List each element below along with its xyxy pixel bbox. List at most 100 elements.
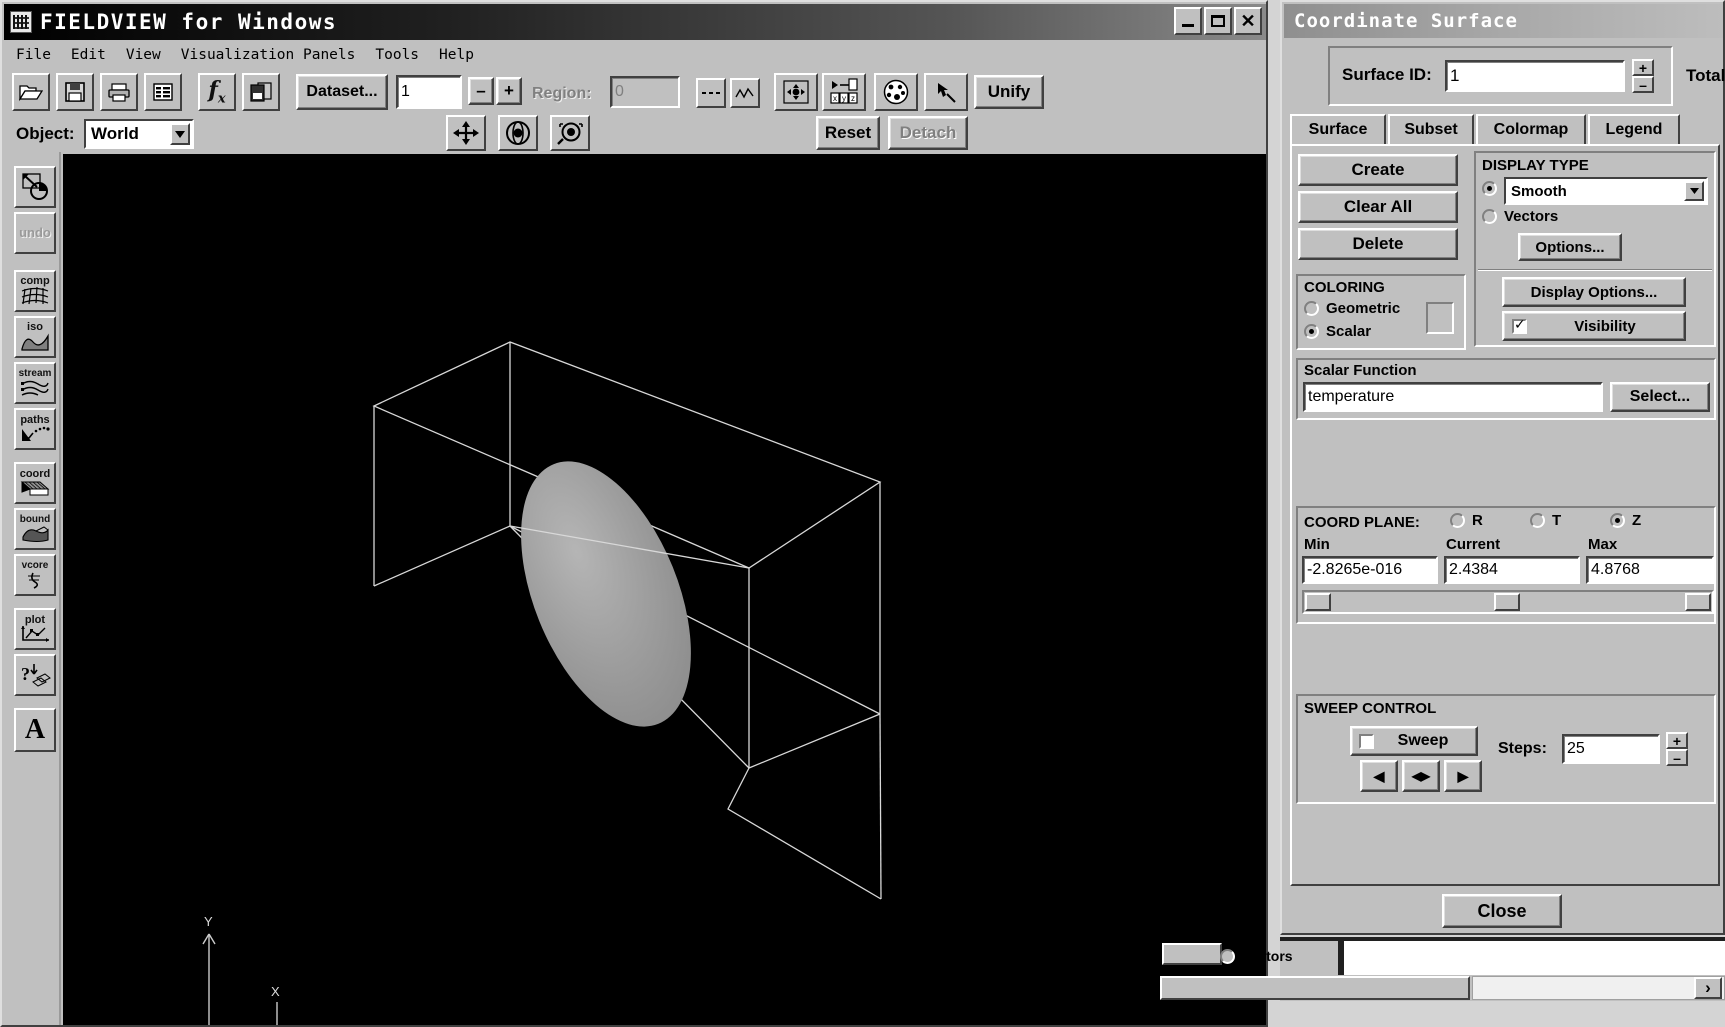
steps-input[interactable]: 25 [1562, 734, 1660, 764]
coord-max-input[interactable]: 4.8768 [1586, 556, 1714, 584]
zoom-target-icon [557, 122, 583, 145]
zoom-button[interactable] [550, 115, 590, 151]
unify-button[interactable]: Unify [974, 75, 1044, 109]
coord-current-input[interactable]: 2.4384 [1444, 556, 1580, 584]
bound-surface-tool-button[interactable]: bound [14, 508, 56, 550]
chevron-down-icon[interactable] [1684, 181, 1704, 201]
palette-button[interactable] [874, 73, 918, 111]
iso-surface-tool-button[interactable]: iso [14, 316, 56, 358]
app-logo-icon [10, 11, 32, 33]
display-vectors-radio[interactable] [1482, 209, 1497, 224]
scalar-function-group: Scalar Function temperature Select... [1296, 358, 1716, 420]
slider-max-thumb[interactable] [1685, 593, 1711, 611]
axes-button[interactable]: x y z [822, 73, 866, 111]
steps-spinner[interactable]: + – [1666, 732, 1688, 766]
bgwin-scroll-track[interactable] [1472, 976, 1725, 1000]
create-button[interactable]: Create [1298, 154, 1458, 186]
dataset-button[interactable]: Dataset... [296, 74, 388, 110]
menu-item-help[interactable]: Help [429, 46, 484, 64]
menu-item-edit[interactable]: Edit [61, 46, 116, 64]
bgwin-partial-button[interactable] [1162, 943, 1222, 965]
menu-item-file[interactable]: File [6, 46, 61, 64]
dataset-decrement-button[interactable]: – [468, 77, 494, 105]
coloring-geometric-radio[interactable] [1304, 301, 1319, 316]
surface-id-increment[interactable]: + [1632, 59, 1654, 76]
scalar-function-input[interactable]: temperature [1303, 382, 1603, 412]
dataset-increment-button[interactable]: + [496, 77, 522, 105]
transform-button[interactable] [774, 73, 818, 111]
steps-decrement[interactable]: – [1666, 749, 1688, 766]
close-dialog-button[interactable]: Close [1442, 894, 1562, 928]
query-tool-button[interactable]: ? [14, 654, 56, 696]
rotate-button[interactable] [498, 115, 538, 151]
annotation-text-tool-button[interactable]: A [14, 708, 56, 752]
sweep-checkbox[interactable] [1359, 734, 1374, 749]
menu-item-view[interactable]: View [116, 46, 171, 64]
coord-surface-tool-button[interactable]: coord [14, 462, 56, 504]
surface-id-spinner[interactable]: + – [1632, 59, 1654, 93]
open-button[interactable] [12, 73, 50, 111]
bgwin-scrollbar-row[interactable]: › [1160, 975, 1725, 1001]
tab-surface[interactable]: Surface [1290, 114, 1386, 144]
display-smooth-radio[interactable] [1482, 181, 1497, 196]
slider-current-thumb[interactable] [1494, 593, 1520, 611]
sweep-back-button[interactable]: ◀ [1360, 760, 1398, 792]
tab-colormap[interactable]: Colormap [1476, 114, 1586, 144]
coord-plane-t-label: T [1552, 512, 1562, 529]
coloring-scalar-radio[interactable] [1304, 324, 1319, 339]
vcore-tool-button[interactable]: vcore [14, 554, 56, 596]
reset-button[interactable]: Reset [816, 116, 880, 150]
scalar-function-select-button[interactable]: Select... [1610, 382, 1710, 412]
slider-min-thumb[interactable] [1305, 593, 1331, 611]
stream-tool-button[interactable]: stream [14, 362, 56, 404]
sweep-toggle-button[interactable]: Sweep [1350, 726, 1478, 756]
display-smooth-select[interactable]: Smooth [1504, 177, 1708, 205]
steps-increment[interactable]: + [1666, 732, 1688, 749]
close-button[interactable]: ✕ [1234, 7, 1262, 35]
bgwin-scroll-right-button[interactable]: › [1694, 977, 1722, 999]
minimize-button[interactable] [1174, 7, 1202, 35]
copy-window-button[interactable] [242, 73, 280, 111]
chevron-down-icon[interactable] [170, 123, 190, 145]
bgwin-scroll-thumb[interactable] [1160, 976, 1470, 1000]
save-button[interactable] [56, 73, 94, 111]
paths-tool-button[interactable]: paths [14, 408, 56, 450]
function-button[interactable]: fx [198, 73, 236, 111]
visibility-button[interactable]: Visibility [1502, 311, 1686, 341]
pick-button[interactable] [924, 73, 968, 111]
display-options-button[interactable]: Display Options... [1502, 277, 1686, 307]
bgwin-vectors-radio[interactable] [1220, 949, 1235, 964]
delete-button[interactable]: Delete [1298, 228, 1458, 260]
sweep-cursor-tool-button[interactable] [14, 166, 56, 208]
region-input[interactable]: 0 [610, 76, 680, 108]
region-dash-button[interactable] [696, 78, 726, 108]
surface-id-input[interactable]: 1 [1445, 60, 1625, 92]
sweep-forward-button[interactable]: ▶ [1444, 760, 1482, 792]
surface-id-decrement[interactable]: – [1632, 76, 1654, 93]
region-wave-button[interactable] [730, 78, 760, 108]
tab-subset[interactable]: Subset [1388, 114, 1474, 144]
coord-plane-r-radio[interactable] [1450, 513, 1465, 528]
geometric-color-swatch[interactable] [1426, 302, 1454, 334]
list-button[interactable] [144, 73, 182, 111]
sweep-control-title: SWEEP CONTROL [1304, 700, 1437, 717]
coord-plane-z-radio[interactable] [1610, 513, 1625, 528]
object-select[interactable]: World [84, 119, 194, 149]
pan-button[interactable] [446, 115, 486, 151]
plot-tool-button[interactable]: plot [14, 608, 56, 650]
vector-options-button[interactable]: Options... [1518, 233, 1622, 261]
coord-plane-t-radio[interactable] [1530, 513, 1545, 528]
dataset-input[interactable]: 1 [396, 75, 462, 109]
coord-min-input[interactable]: -2.8265e-016 [1302, 556, 1438, 584]
comp-surface-tool-button[interactable]: comp [14, 270, 56, 312]
menu-item-visualization-panels[interactable]: Visualization Panels [171, 46, 366, 64]
visibility-checkbox[interactable] [1512, 317, 1527, 334]
clear-all-button[interactable]: Clear All [1298, 191, 1458, 223]
print-button[interactable] [100, 73, 138, 111]
sweep-bounce-button[interactable]: ◀▶ [1402, 760, 1440, 792]
tab-legend[interactable]: Legend [1588, 114, 1680, 144]
menu-item-tools[interactable]: Tools [365, 46, 429, 64]
coord-plane-slider[interactable] [1302, 590, 1714, 614]
3d-viewport[interactable]: Y X [63, 154, 1266, 1025]
maximize-button[interactable] [1204, 7, 1232, 35]
